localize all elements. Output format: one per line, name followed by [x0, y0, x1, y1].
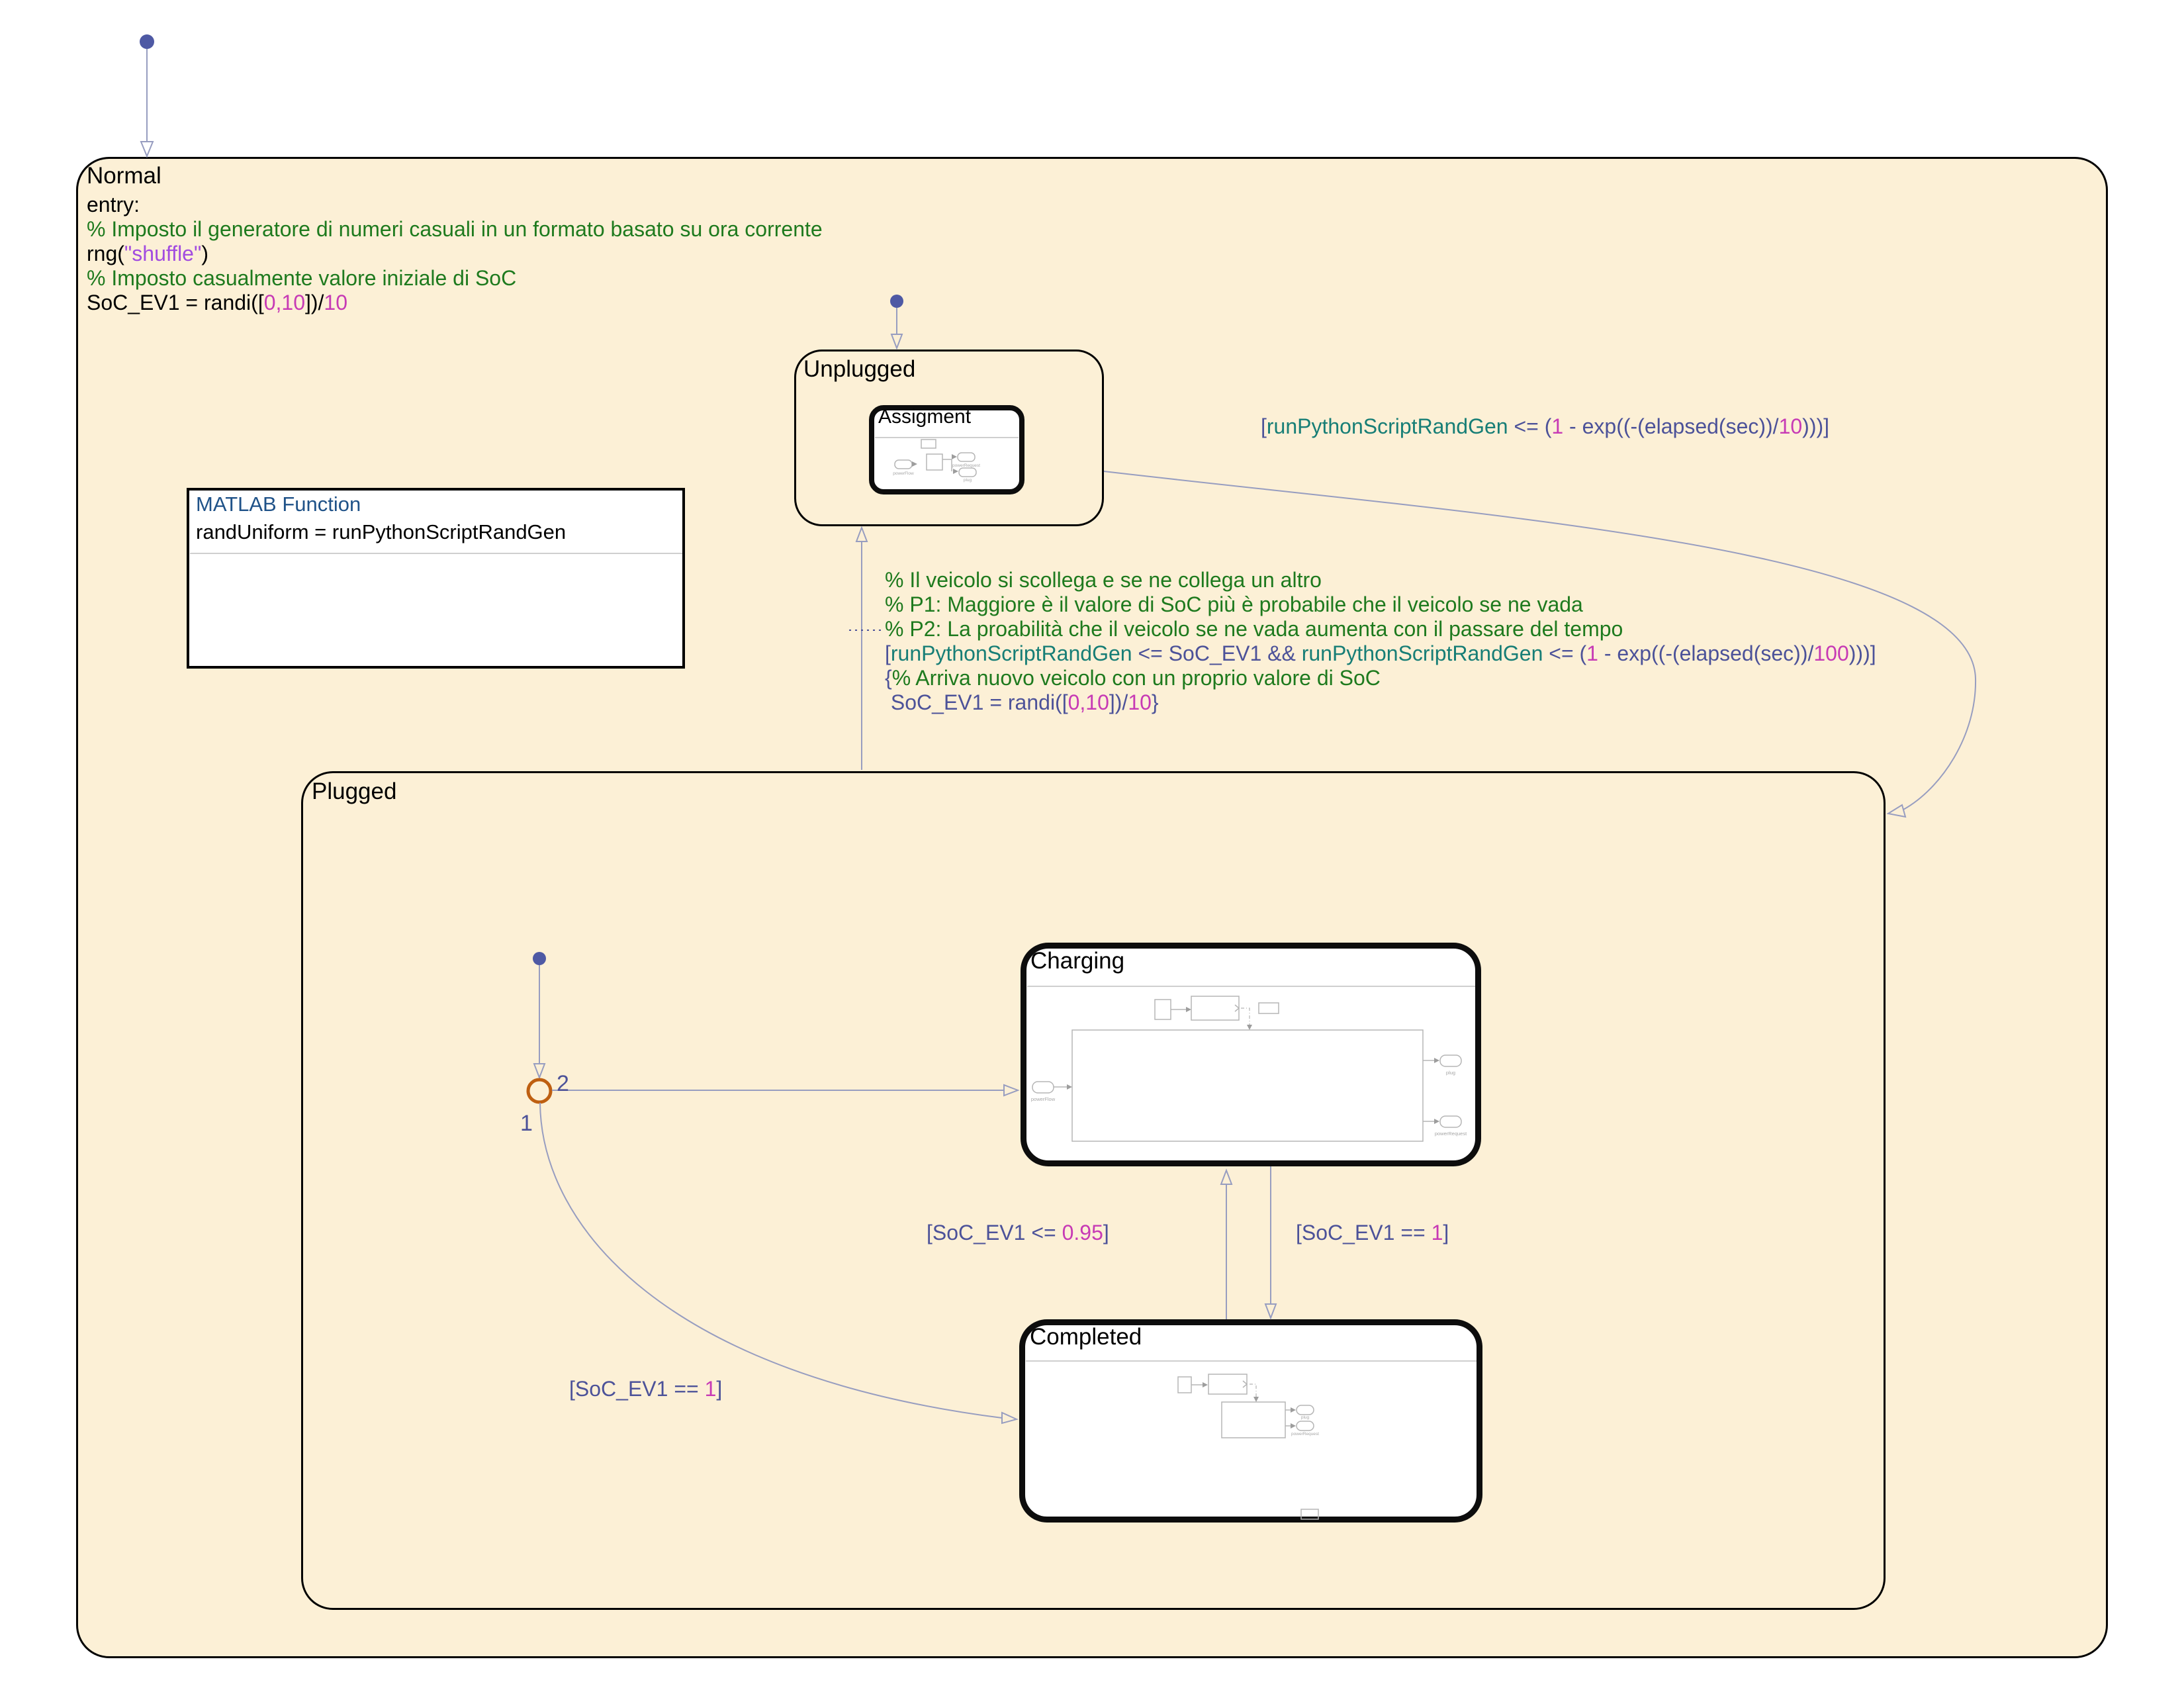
connective-junction[interactable]: [528, 1080, 551, 1102]
charging-port-powerrequest-label: powerRequest: [1424, 1131, 1477, 1137]
transition-charging-to-completed[interactable]: [1265, 1166, 1276, 1318]
normal-comment-soc: % Imposto casualmente valore iniziale di…: [87, 266, 516, 291]
transition-condition: [runPythonScriptRandGen <= SoC_EV1 && ru…: [885, 641, 1876, 666]
normal-comment-rng: % Imposto il generatore di numeri casual…: [87, 217, 823, 242]
completed-port-plug-label: plug: [1293, 1415, 1317, 1420]
plugged-title: Plugged: [312, 780, 396, 804]
matlab-function-title: MATLAB Function: [196, 492, 361, 516]
transition-completed-to-charging[interactable]: [1221, 1170, 1232, 1319]
normal-code-soc: SoC_EV1 = randi([0,10])/10: [87, 291, 347, 315]
transition-action-open: {% Arriva nuovo veicolo con un proprio v…: [885, 666, 1381, 690]
default-transition-unplugged[interactable]: [890, 295, 903, 348]
default-transition-plugged[interactable]: [533, 952, 546, 1078]
normal-code-rng: rng("shuffle"): [87, 242, 208, 266]
assigment-port-plug-label: plug: [959, 478, 976, 483]
normal-entry-keyword: entry:: [87, 193, 140, 217]
default-transition-normal[interactable]: [140, 34, 154, 156]
charging-port-plug-label: plug: [1441, 1070, 1460, 1076]
transition-comment-1: % Il veicolo si scollega e se ne collega…: [885, 568, 1322, 592]
transition-action: SoC_EV1 = randi([0,10])/10}: [885, 690, 1159, 715]
transition-label-charging-to-completed[interactable]: [SoC_EV1 == 1]: [1296, 1221, 1449, 1245]
assigment-port-powerrequest-label: powerRequest: [942, 463, 990, 468]
unplugged-title: Unplugged: [803, 357, 915, 382]
transition-label-completed-to-charging[interactable]: [SoC_EV1 <= 0.95]: [927, 1221, 1109, 1245]
junction-branch-2-label[interactable]: 2: [557, 1071, 569, 1097]
transition-label-unplugged-loop[interactable]: [runPythonScriptRandGen <= (1 - exp((-(e…: [1261, 414, 1829, 439]
completed-preview: [1178, 1374, 1318, 1519]
completed-title: Completed: [1030, 1325, 1142, 1350]
transition-junction-to-charging[interactable]: [552, 1085, 1018, 1096]
matlab-function-code: randUniform = runPythonScriptRandGen: [196, 520, 566, 544]
normal-title: Normal: [87, 164, 161, 189]
completed-port-powerrequest-label: powerRequest: [1283, 1432, 1328, 1436]
transition-comment-2: % P1: Maggiore è il valore di SoC più è …: [885, 592, 1583, 617]
transition-junction-to-completed[interactable]: [540, 1103, 1017, 1423]
assigment-title: Assigment: [878, 406, 971, 428]
stateflow-canvas: Normal entry: % Imposto il generatore di…: [0, 0, 2184, 1688]
transition-label-junction-to-completed[interactable]: [SoC_EV1 == 1]: [569, 1377, 722, 1401]
charging-preview: [1032, 996, 1461, 1141]
charging-title: Charging: [1030, 949, 1124, 974]
transition-layer: [0, 0, 2184, 1688]
charging-port-powerflow-label: powerFlow: [1022, 1096, 1064, 1102]
transition-comment-3: % P2: La proabilità che il veicolo se ne…: [885, 617, 1623, 641]
transition-plugged-to-unplugged[interactable]: [849, 528, 883, 770]
junction-branch-1-label[interactable]: 1: [520, 1111, 533, 1137]
assigment-port-powerflow-label: powerFlow: [886, 471, 921, 476]
